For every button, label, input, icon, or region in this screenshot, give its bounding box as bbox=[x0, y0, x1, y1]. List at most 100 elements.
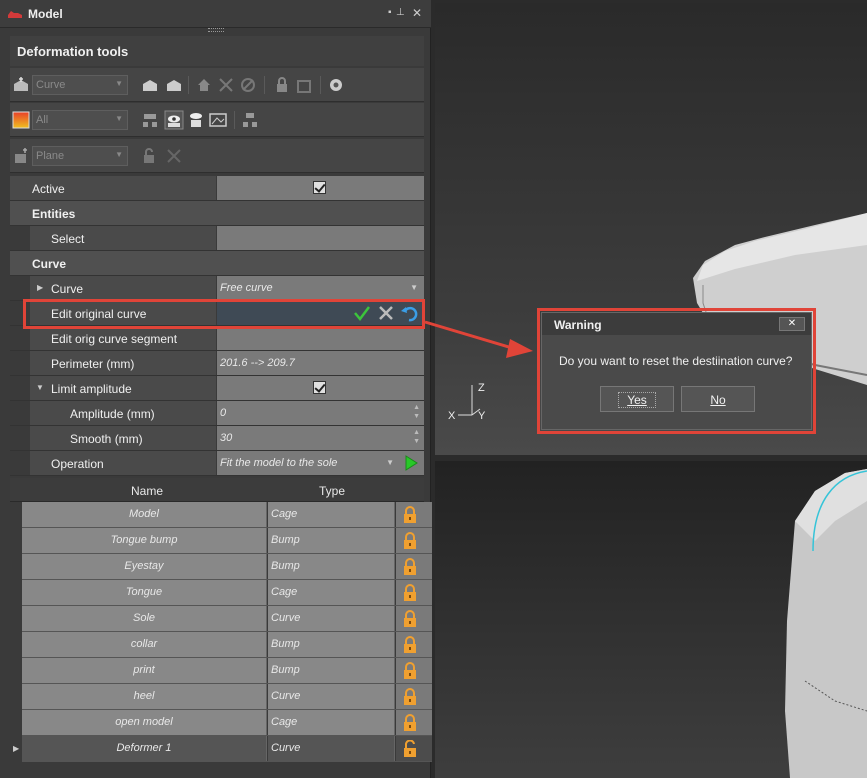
add-plane-icon[interactable] bbox=[12, 147, 30, 165]
lock-all-icon[interactable] bbox=[294, 75, 314, 95]
cell-name[interactable]: Tongue bump bbox=[22, 528, 267, 553]
export-curve-icon[interactable] bbox=[164, 75, 184, 95]
close-icon[interactable]: ✕ bbox=[412, 6, 422, 20]
lock-icon[interactable] bbox=[403, 610, 417, 627]
table-row[interactable]: print Bump bbox=[22, 658, 432, 684]
filter-combo[interactable]: All ▼ bbox=[32, 110, 128, 130]
color-map-icon[interactable] bbox=[12, 111, 30, 129]
lock-icon[interactable] bbox=[272, 75, 292, 95]
show-eye-icon[interactable] bbox=[164, 110, 184, 130]
collapse-arrow-icon[interactable]: ▼ bbox=[36, 383, 44, 392]
home-icon[interactable] bbox=[194, 75, 214, 95]
table-row[interactable]: Eyestay Bump bbox=[22, 554, 432, 580]
dialog-close-button[interactable]: ✕ bbox=[779, 317, 805, 331]
plane-combo[interactable]: Plane ▼ bbox=[32, 146, 128, 166]
table-row[interactable]: Sole Curve bbox=[22, 606, 432, 632]
no-button[interactable]: No bbox=[681, 386, 755, 412]
lock-icon[interactable] bbox=[403, 714, 417, 731]
resize-grip[interactable] bbox=[208, 28, 224, 32]
cell-name[interactable]: Sole bbox=[22, 606, 267, 631]
active-checkbox[interactable] bbox=[313, 181, 326, 194]
prop-value-select[interactable] bbox=[217, 226, 424, 250]
table-row[interactable]: Tongue bump Bump bbox=[22, 528, 432, 554]
cell-type[interactable]: Cage bbox=[268, 710, 395, 735]
lock-icon[interactable] bbox=[403, 662, 417, 679]
cell-name[interactable]: print bbox=[22, 658, 267, 683]
cell-lock[interactable] bbox=[396, 710, 432, 735]
cell-type[interactable]: Bump bbox=[268, 528, 395, 553]
group-entities[interactable]: Entities bbox=[10, 201, 424, 226]
lock-icon[interactable] bbox=[403, 506, 417, 523]
cell-lock[interactable] bbox=[396, 658, 432, 683]
cell-type[interactable]: Curve bbox=[268, 606, 395, 631]
spinner-arrows-icon[interactable]: ▲ ▼ bbox=[413, 403, 420, 421]
yes-button[interactable]: Yes bbox=[600, 386, 674, 412]
table-row[interactable]: open model Cage bbox=[22, 710, 432, 736]
cell-type[interactable]: Cage bbox=[268, 580, 395, 605]
lock-icon[interactable] bbox=[403, 636, 417, 653]
cell-name[interactable]: Model bbox=[22, 502, 267, 527]
table-row[interactable]: Deformer 1 Curve bbox=[22, 736, 432, 762]
lock-icon[interactable] bbox=[403, 584, 417, 601]
hierarchy-icon[interactable] bbox=[240, 110, 260, 130]
cell-lock[interactable] bbox=[396, 684, 432, 709]
table-row[interactable]: heel Curve bbox=[22, 684, 432, 710]
spinner-arrows-icon[interactable]: ▲ ▼ bbox=[413, 428, 420, 446]
column-header-name[interactable]: Name bbox=[131, 484, 163, 498]
table-row[interactable]: collar Bump bbox=[22, 632, 432, 658]
cell-lock[interactable] bbox=[396, 554, 432, 579]
cell-name[interactable]: heel bbox=[22, 684, 267, 709]
cell-type[interactable]: Curve bbox=[268, 736, 395, 761]
fit-icon[interactable] bbox=[216, 75, 236, 95]
cell-lock[interactable] bbox=[396, 580, 432, 605]
cell-name[interactable]: Tongue bbox=[22, 580, 267, 605]
prop-value-edit-segment[interactable] bbox=[217, 326, 424, 350]
run-play-icon[interactable] bbox=[403, 454, 419, 472]
lock-icon[interactable] bbox=[403, 558, 417, 575]
cell-lock[interactable] bbox=[396, 736, 432, 761]
cell-lock[interactable] bbox=[396, 632, 432, 657]
float-icon[interactable]: ▪ bbox=[388, 7, 392, 18]
column-header-type[interactable]: Type bbox=[319, 484, 345, 498]
cell-lock[interactable] bbox=[396, 606, 432, 631]
settings-icon[interactable] bbox=[326, 75, 346, 95]
unlock-icon[interactable] bbox=[403, 740, 417, 757]
model-panel: Model ▪ ⊥ ✕ Deformation tools Curve ▼ Al… bbox=[0, 0, 432, 778]
cell-name[interactable]: Eyestay bbox=[22, 554, 267, 579]
curve-combo[interactable]: Curve ▼ bbox=[32, 75, 128, 95]
show-list-icon[interactable] bbox=[186, 110, 206, 130]
curve-type-dropdown[interactable]: Free curve ▼ bbox=[217, 276, 424, 300]
show-image-icon[interactable] bbox=[208, 110, 228, 130]
amplitude-spinner[interactable]: 0 ▲ ▼ bbox=[217, 401, 424, 425]
operation-dropdown[interactable]: Fit the model to the sole ▼ bbox=[217, 451, 424, 475]
cell-name[interactable]: Deformer 1 bbox=[22, 736, 267, 761]
smooth-spinner[interactable]: 30 ▲ ▼ bbox=[217, 426, 424, 450]
viewport-bottom[interactable] bbox=[435, 461, 867, 778]
table-row[interactable]: Model Cage bbox=[22, 502, 432, 528]
cell-type[interactable]: Bump bbox=[268, 658, 395, 683]
cell-lock[interactable] bbox=[396, 502, 432, 527]
plane-lock-icon[interactable] bbox=[140, 146, 160, 166]
pin-icon[interactable]: ⊥ bbox=[396, 7, 405, 18]
prop-value-limit-amplitude[interactable] bbox=[217, 376, 424, 400]
add-deformer-icon[interactable] bbox=[12, 76, 30, 94]
table-row[interactable]: Tongue Cage bbox=[22, 580, 432, 606]
lock-icon[interactable] bbox=[403, 688, 417, 705]
cell-type[interactable]: Bump bbox=[268, 632, 395, 657]
cell-type[interactable]: Curve bbox=[268, 684, 395, 709]
disable-icon[interactable] bbox=[238, 75, 258, 95]
cell-type[interactable]: Cage bbox=[268, 502, 395, 527]
import-curve-icon[interactable] bbox=[140, 75, 160, 95]
prop-value-active[interactable] bbox=[217, 176, 424, 200]
expand-arrow-icon[interactable]: ▶ bbox=[37, 283, 43, 292]
cell-name[interactable]: open model bbox=[22, 710, 267, 735]
cell-type[interactable]: Bump bbox=[268, 554, 395, 579]
section-title: Deformation tools bbox=[17, 44, 129, 59]
plane-fit-icon[interactable] bbox=[164, 146, 184, 166]
cell-lock[interactable] bbox=[396, 528, 432, 553]
group-curve[interactable]: Curve bbox=[10, 251, 424, 276]
limit-amplitude-checkbox[interactable] bbox=[313, 381, 326, 394]
lock-icon[interactable] bbox=[403, 532, 417, 549]
cell-name[interactable]: collar bbox=[22, 632, 267, 657]
show-hierarchy-icon[interactable] bbox=[140, 110, 160, 130]
